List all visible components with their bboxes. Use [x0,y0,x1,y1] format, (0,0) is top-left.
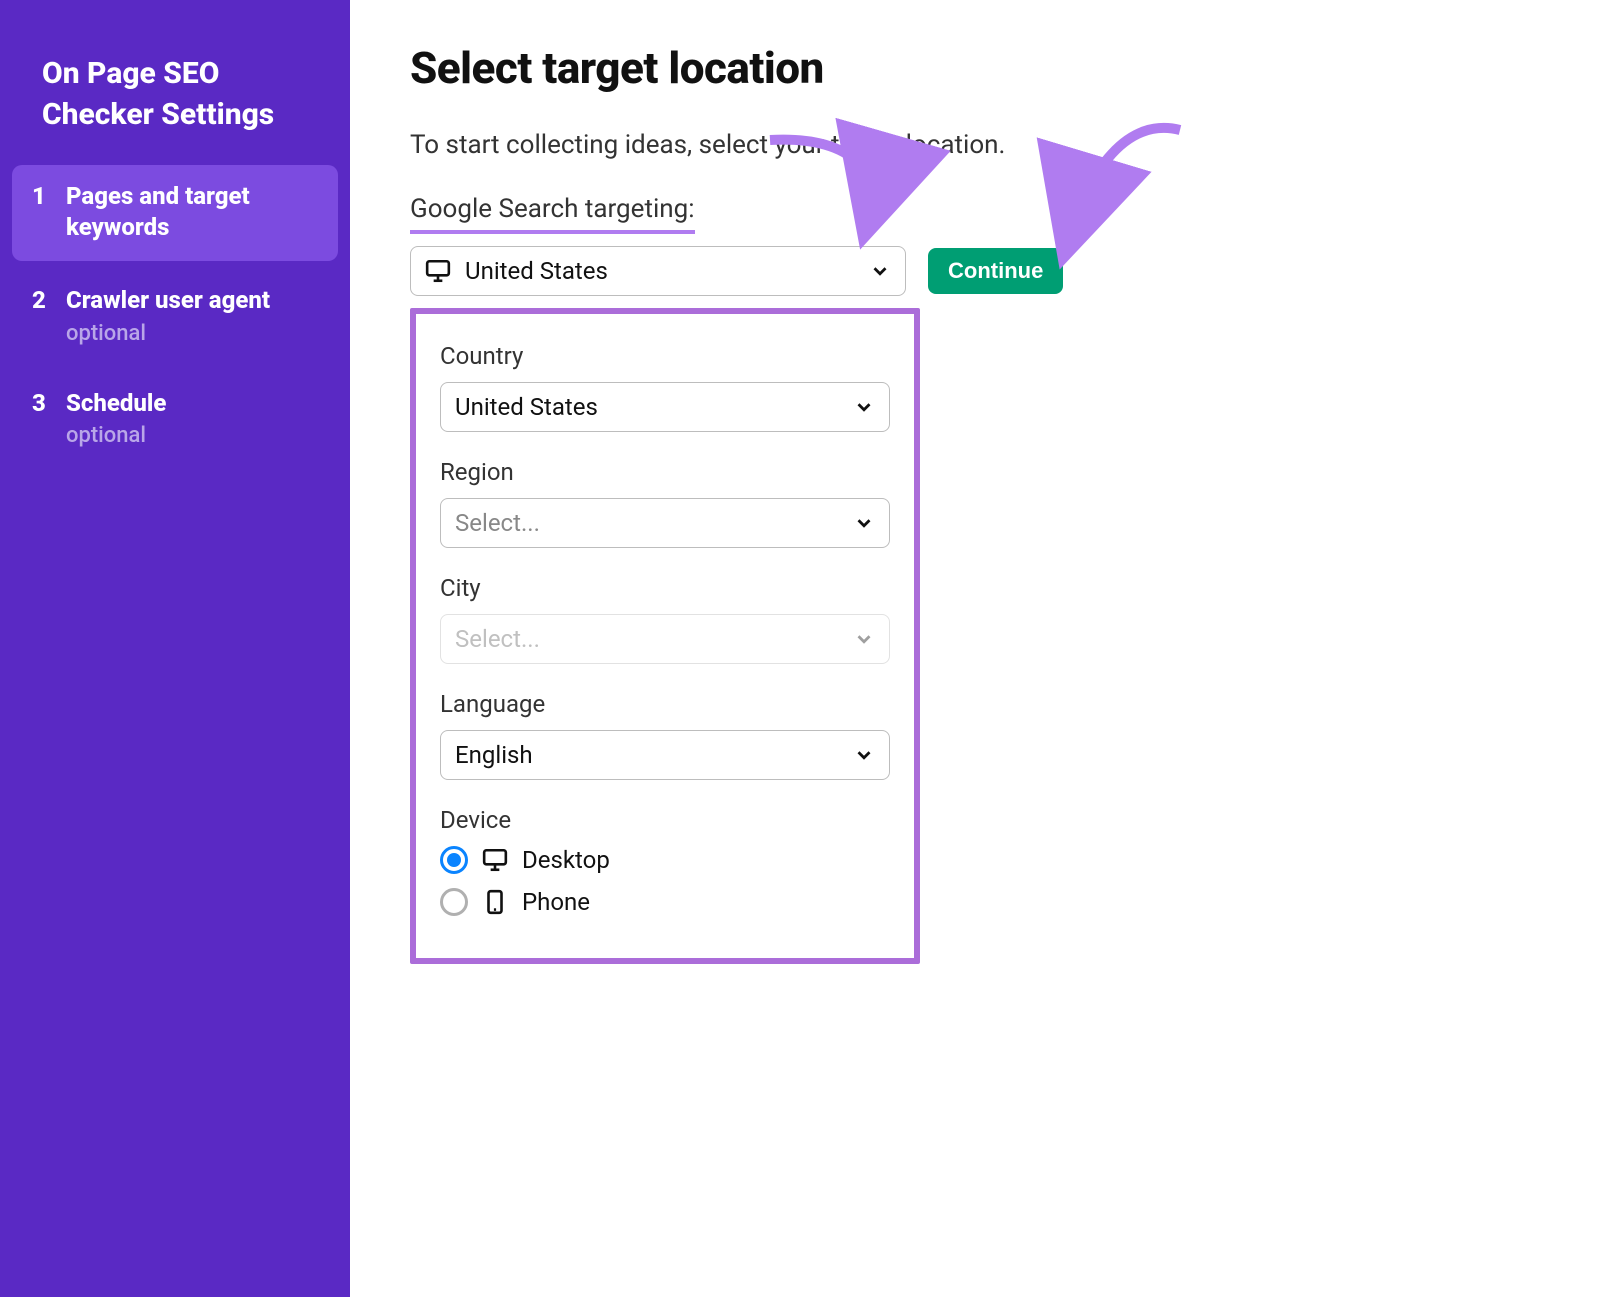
chevron-down-icon [853,628,875,650]
desktop-icon [425,258,451,284]
city-label: City [440,574,890,602]
sidebar-item-label: Crawler user agent [66,285,270,316]
language-field: Language English [440,690,890,780]
device-label: Device [440,806,890,834]
region-placeholder: Select... [455,509,853,537]
sidebar-item-pages-keywords[interactable]: 1 Pages and target keywords [12,165,338,261]
language-select[interactable]: English [440,730,890,780]
sidebar-item-schedule[interactable]: 3 Schedule optional [12,372,338,466]
device-radio-phone[interactable]: Phone [440,888,890,916]
sidebar-item-crawler-user-agent[interactable]: 2 Crawler user agent optional [12,269,338,363]
sidebar-item-label: Schedule [66,388,166,419]
sidebar-title: On Page SEO Checker Settings [12,54,338,165]
page-title: Select target location [410,42,1560,94]
step-number: 1 [32,181,50,212]
step-number: 3 [32,388,50,419]
city-placeholder: Select... [455,625,853,653]
device-radio-desktop[interactable]: Desktop [440,846,890,874]
desktop-icon [482,847,508,873]
settings-sidebar: On Page SEO Checker Settings 1 Pages and… [0,0,350,1297]
target-location-value: United States [465,257,855,285]
device-field: Device Desktop Phone [440,806,890,916]
city-field: City Select... [440,574,890,664]
target-location-select[interactable]: United States [410,246,906,296]
country-label: Country [440,342,890,370]
language-label: Language [440,690,890,718]
phone-icon [482,889,508,915]
location-details-panel: Country United States Region Select... C… [410,308,920,964]
city-select[interactable]: Select... [440,614,890,664]
chevron-down-icon [853,512,875,534]
radio-icon [440,846,468,874]
main-panel: Select target location To start collecti… [350,0,1600,1297]
sidebar-item-sublabel: optional [66,321,270,346]
region-field: Region Select... [440,458,890,548]
chevron-down-icon [853,744,875,766]
page-subtitle: To start collecting ideas, select your t… [410,130,1560,160]
continue-button[interactable]: Continue [928,248,1063,294]
country-select[interactable]: United States [440,382,890,432]
sidebar-item-sublabel: optional [66,423,166,448]
radio-icon [440,888,468,916]
country-value: United States [455,393,853,421]
chevron-down-icon [869,260,891,282]
sidebar-item-label: Pages and target keywords [66,181,318,243]
country-field: Country United States [440,342,890,432]
targeting-label: Google Search targeting: [410,194,695,234]
language-value: English [455,741,853,769]
region-label: Region [440,458,890,486]
region-select[interactable]: Select... [440,498,890,548]
device-option-label: Phone [522,888,590,916]
step-number: 2 [32,285,50,316]
device-option-label: Desktop [522,846,610,874]
chevron-down-icon [853,396,875,418]
